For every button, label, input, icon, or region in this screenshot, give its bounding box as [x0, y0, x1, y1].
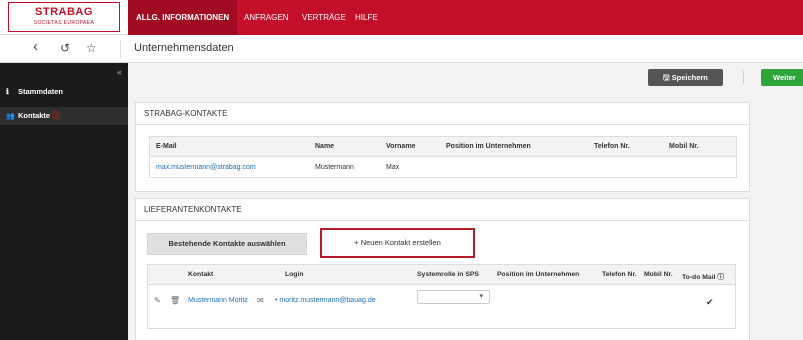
column-header: Vorname — [386, 143, 416, 150]
column-header: Position im Unternehmen — [446, 143, 531, 150]
contact-tabs: Bestehende Kontakte auswählen + Neuen Ko… — [147, 228, 736, 258]
strabag-contacts-table: E-Mail Name Vorname Position im Unterneh… — [149, 136, 737, 178]
strabag-contacts-card: STRABAG-KONTAKTE E-Mail Name Vorname Pos… — [135, 102, 750, 192]
contact-name: Mustermann — [315, 164, 354, 171]
mail-icon[interactable]: ✉ — [257, 296, 264, 305]
column-header: E-Mail — [156, 143, 177, 150]
save-label: Speichern — [671, 73, 708, 82]
edit-icon[interactable]: ✎ — [154, 296, 161, 305]
top-bar: STRABAG SOCIETAS EUROPAEA ALLG. INFORMAT… — [0, 0, 803, 35]
divider — [743, 71, 744, 84]
nav-allg-informationen[interactable]: ALLG. INFORMATIONEN — [128, 0, 238, 35]
tab-existing-contacts[interactable]: Bestehende Kontakte auswählen — [147, 233, 307, 255]
back-icon[interactable]: ‹ — [33, 38, 38, 55]
column-header: Kontakt — [188, 271, 214, 278]
star-icon[interactable]: ☆ — [86, 41, 97, 55]
strabag-logo[interactable]: STRABAG SOCIETAS EUROPAEA — [8, 2, 120, 32]
table-header: Kontakt Login Systemrolle in SPS Positio… — [148, 265, 735, 285]
chevron-down-icon: ▾ — [479, 293, 483, 300]
contact-vorname: Max — [386, 164, 400, 171]
todo-mail-checkbox[interactable]: ✔ — [706, 297, 714, 308]
save-button[interactable]: 🖫 Speichern — [648, 69, 723, 86]
logo-subtext: SOCIETAS EUROPAEA — [33, 20, 95, 26]
sub-bar: ‹ ↺ ☆ Unternehmensdaten — [0, 35, 803, 63]
nav-anfragen[interactable]: ANFRAGEN — [236, 0, 296, 35]
contact-email-link[interactable]: max.mustermann@strabag.com — [156, 164, 256, 171]
save-icon: 🖫 — [663, 73, 670, 82]
column-header: Telefon Nr. — [602, 271, 637, 278]
column-header: Mobil Nr. — [669, 143, 699, 150]
sidebar-item-label: Kontakte — [18, 111, 51, 120]
tab-new-contact[interactable]: + Neuen Kontakt erstellen — [320, 228, 475, 258]
logo-text: STRABAG — [35, 6, 93, 18]
column-header: Name — [315, 143, 335, 150]
sidebar-item-kontakte[interactable]: 👥 Kontakte ⓘ — [0, 107, 128, 125]
sidebar: « ℹ Stammdaten 👥 Kontakte ⓘ — [0, 63, 128, 340]
column-header: Mobil Nr. — [644, 271, 673, 278]
sidebar-item-stammdaten[interactable]: ℹ Stammdaten — [0, 83, 128, 101]
contact-name-link[interactable]: Mustermann Moritz — [188, 297, 248, 304]
nav-vertraege[interactable]: VERTRÄGE — [294, 0, 354, 35]
column-header: Login — [285, 271, 304, 278]
next-button[interactable]: Weiter — [761, 69, 803, 86]
section-title: LIEFERANTENKONTAKTE — [136, 199, 749, 221]
column-header: Position im Unternehmen — [497, 271, 580, 278]
main-content: 🖫 Speichern Weiter STRABAG-KONTAKTE E-Ma… — [128, 63, 803, 340]
divider — [120, 40, 121, 58]
table-header: E-Mail Name Vorname Position im Unterneh… — [150, 137, 736, 157]
warning-icon: ⓘ — [52, 111, 60, 120]
users-icon: 👥 — [6, 113, 15, 120]
column-header: Telefon Nr. — [594, 143, 630, 150]
collapse-icon[interactable]: « — [117, 67, 122, 77]
section-title: STRABAG-KONTAKTE — [136, 103, 749, 125]
main-nav: ALLG. INFORMATIONEN ANFRAGEN VERTRÄGE HI… — [128, 0, 803, 35]
delete-icon[interactable]: 🗑 — [170, 296, 180, 305]
supplier-contacts-table: Kontakt Login Systemrolle in SPS Positio… — [147, 264, 736, 329]
column-header: Systemrolle in SPS — [417, 271, 479, 278]
supplier-contacts-card: LIEFERANTENKONTAKTE Bestehende Kontakte … — [135, 198, 750, 340]
contact-login-link[interactable]: • moritz.mustermann@bauag.de — [275, 297, 376, 304]
info-icon: ℹ — [6, 87, 9, 96]
sidebar-item-label: Stammdaten — [18, 87, 64, 96]
page-title: Unternehmensdaten — [134, 42, 234, 54]
history-icon[interactable]: ↺ — [60, 41, 70, 55]
nav-hilfe[interactable]: HILFE — [347, 0, 386, 35]
login-text: moritz.mustermann@bauag.de — [279, 297, 376, 304]
column-header: To-do Mail ⓘ — [682, 274, 725, 281]
systemrolle-select[interactable]: ▾ — [417, 290, 490, 304]
